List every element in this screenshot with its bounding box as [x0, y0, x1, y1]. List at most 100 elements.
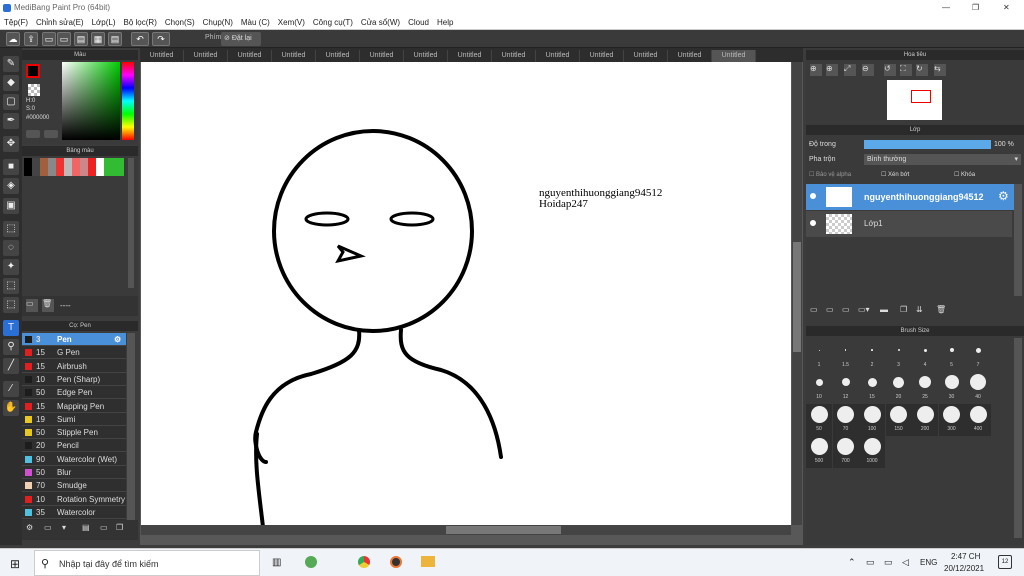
brush-item[interactable]: 90 Watercolor (Wet): [22, 453, 126, 466]
blend-select[interactable]: Bình thường ▾: [864, 154, 1021, 165]
delete-layer-icon[interactable]: 🗑: [936, 305, 946, 314]
transparent-swatch[interactable]: [28, 84, 40, 96]
add-brush-icon[interactable]: ⚙: [26, 523, 33, 532]
navigator-viewport[interactable]: [911, 90, 931, 103]
brush-item[interactable]: 50 Stipple Pen: [22, 426, 126, 440]
visibility-icon[interactable]: [810, 193, 816, 199]
document-tab[interactable]: Untitled: [492, 50, 536, 62]
document-tab[interactable]: Untitled: [536, 50, 580, 62]
select-tool-icon[interactable]: ⬚: [3, 221, 19, 237]
document-tab[interactable]: Untitled: [140, 50, 184, 62]
language[interactable]: ENG: [920, 558, 937, 567]
brush-size-cell[interactable]: 1000: [859, 436, 885, 468]
eraser-tool-icon[interactable]: ◆: [3, 75, 19, 91]
brush-item[interactable]: 19 Sumi: [22, 413, 126, 426]
brush-copy-icon[interactable]: ▭: [100, 523, 108, 532]
brush-size-cell[interactable]: 15: [859, 372, 885, 404]
merge-icon[interactable]: ⇊: [916, 305, 923, 314]
brush-size-cell[interactable]: 500: [806, 436, 832, 468]
close-button[interactable]: ✕: [1003, 0, 1010, 16]
lasso-tool-icon[interactable]: ◌: [3, 240, 19, 256]
rotate-left-icon[interactable]: ↺: [884, 64, 896, 76]
document-tab[interactable]: Untitled: [448, 50, 492, 62]
brush-size-cell[interactable]: 30: [939, 372, 965, 404]
cloud-icon[interactable]: ☁: [6, 32, 20, 46]
document-tab[interactable]: Untitled: [624, 50, 668, 62]
brush-size-cell[interactable]: 5: [939, 340, 965, 372]
document-tab[interactable]: Untitled: [360, 50, 404, 62]
brush-size-cell[interactable]: 150: [885, 404, 912, 436]
new-layer2-icon[interactable]: ▭: [826, 305, 834, 314]
eyedropper-icon[interactable]: ⁄: [3, 381, 19, 397]
clipping-checkbox[interactable]: ☐ Xén bớt: [881, 171, 909, 178]
document-tab[interactable]: Untitled: [404, 50, 448, 62]
brush-item[interactable]: 15 G Pen: [22, 346, 126, 360]
brush-item[interactable]: 3 Pen ⚙: [22, 333, 126, 346]
brush-size-cell[interactable]: 70: [832, 404, 859, 436]
brush-size-cell[interactable]: 1: [806, 340, 832, 372]
media-icon[interactable]: [390, 556, 402, 568]
brush-size-cell[interactable]: 4: [912, 340, 938, 372]
brush-scrollbar[interactable]: [127, 333, 135, 520]
brush-size-cell[interactable]: 1.5: [833, 340, 859, 372]
document-tab[interactable]: Untitled: [228, 50, 272, 62]
hand-tool-icon[interactable]: ✋: [3, 400, 19, 416]
protect-alpha-checkbox[interactable]: ☐ Bảo vệ alpha: [809, 171, 851, 178]
fill-rect-tool-icon[interactable]: ■: [3, 159, 19, 175]
document-tab[interactable]: Untitled: [184, 50, 228, 62]
brush-size-cell[interactable]: 3: [886, 340, 912, 372]
windows-start-icon[interactable]: ⊞: [10, 557, 20, 571]
comment-icon[interactable]: ▭: [42, 32, 56, 46]
document-tab[interactable]: Untitled: [272, 50, 316, 62]
lock-checkbox[interactable]: ☐ Khóa: [954, 171, 975, 178]
text-tool-icon[interactable]: T: [3, 320, 19, 336]
volume-icon[interactable]: ◁: [902, 557, 909, 568]
menu-tools[interactable]: Công cụ(T): [309, 16, 357, 30]
brush-size-cell[interactable]: 12: [833, 372, 859, 404]
gradient-tool-icon[interactable]: ▣: [3, 198, 19, 214]
maximize-button[interactable]: ❐: [972, 0, 979, 16]
brush-size-cell[interactable]: 300: [938, 404, 965, 436]
fit-icon[interactable]: ⤢: [844, 64, 856, 76]
taskbar-search[interactable]: ⚲ Nhập tại đây để tìm kiếm: [34, 550, 260, 576]
visibility-icon[interactable]: [810, 220, 816, 226]
brush-item[interactable]: 70 Smudge: [22, 479, 126, 493]
palette-scrollbar[interactable]: [128, 158, 134, 288]
canvas-paper[interactable]: nguyenthihuonggiang94512 Hoidap247: [141, 62, 791, 525]
gear-icon[interactable]: ⚙: [114, 333, 121, 346]
redo-icon[interactable]: ↷: [152, 32, 170, 46]
document-tab[interactable]: Untitled: [668, 50, 712, 62]
reset-button[interactable]: ⊘ Đặt lại: [221, 32, 261, 46]
color-mode2-button[interactable]: [44, 130, 58, 138]
document-tab[interactable]: Untitled: [580, 50, 624, 62]
comment2-icon[interactable]: ▭: [57, 32, 71, 46]
notification-icon[interactable]: 12: [998, 555, 1012, 569]
sheet-icon[interactable]: ▤: [108, 32, 122, 46]
duplicate-icon[interactable]: ❐: [900, 305, 907, 314]
brush-item[interactable]: 20 Pencil: [22, 439, 126, 453]
brush-item[interactable]: 50 Blur: [22, 466, 126, 479]
brush-size-cell[interactable]: 20: [886, 372, 912, 404]
menu-window[interactable]: Cửa sổ(W): [357, 16, 404, 30]
zoom-out-icon[interactable]: ⊕: [826, 64, 838, 76]
undo-icon[interactable]: ↶: [131, 32, 149, 46]
brush-size-cell[interactable]: 50: [806, 404, 832, 436]
flip-icon[interactable]: ⇆: [934, 64, 946, 76]
palette-swatches[interactable]: [24, 158, 124, 176]
color-picker-square[interactable]: [62, 62, 120, 140]
brush-item[interactable]: 15 Airbrush: [22, 360, 126, 373]
menu-snap[interactable]: Chụp(N): [199, 16, 237, 30]
new-layer-icon[interactable]: ▭: [810, 305, 818, 314]
brush-delete-icon[interactable]: ❐: [116, 523, 123, 532]
new-palette-icon[interactable]: ▭: [26, 299, 38, 312]
new-brush-icon[interactable]: ▭: [44, 523, 52, 532]
brush-size-cell[interactable]: 200: [912, 404, 938, 436]
brush-edit-icon[interactable]: ▤: [82, 523, 90, 532]
zoom-search-icon[interactable]: ⊖: [862, 64, 874, 76]
move-tool-icon[interactable]: ✥: [3, 136, 19, 152]
hue-slider[interactable]: [122, 62, 134, 140]
folder-icon[interactable]: ▬: [880, 305, 888, 314]
task-view-icon[interactable]: ▥: [272, 557, 281, 568]
menu-cloud[interactable]: Cloud: [404, 16, 433, 30]
select-pen-icon[interactable]: ⬚: [3, 278, 19, 294]
